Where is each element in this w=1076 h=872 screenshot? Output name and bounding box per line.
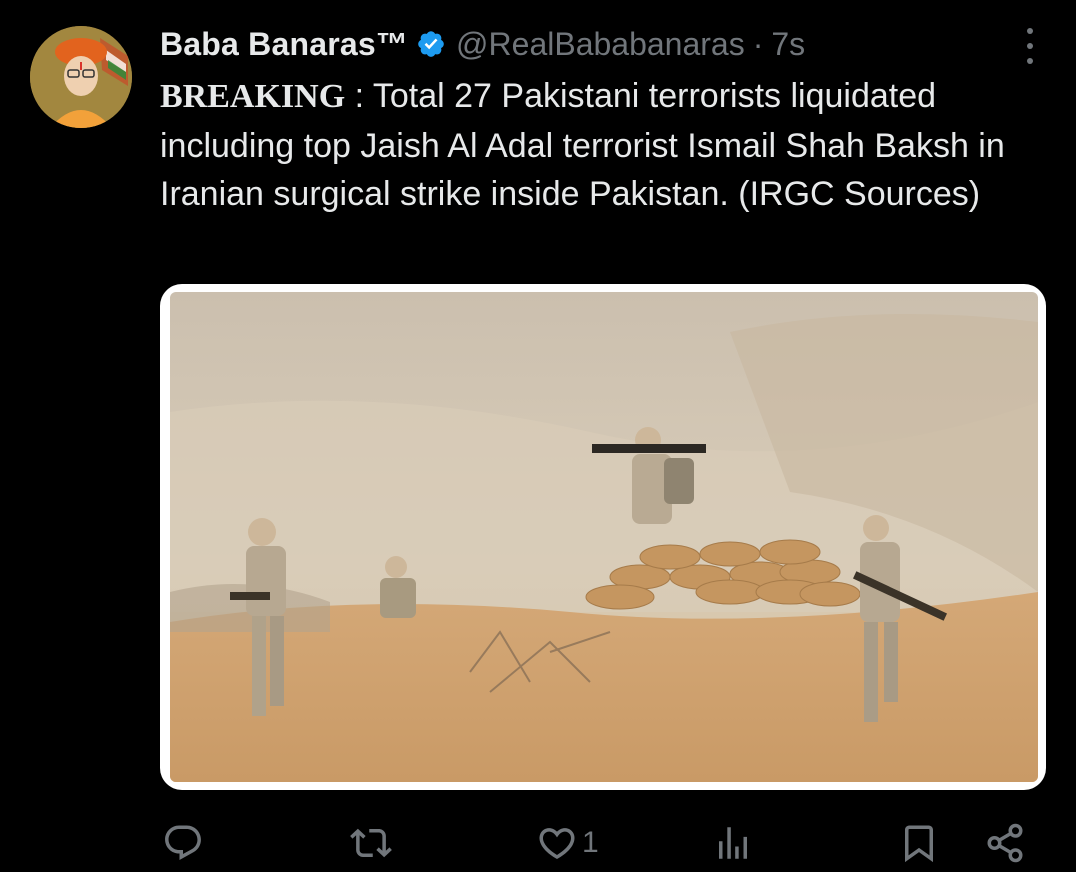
timestamp[interactable]: 7s (771, 26, 805, 63)
tweet[interactable]: Baba Banaras™ @RealBababanaras · 7s BREA… (0, 0, 1076, 872)
reply-icon (165, 825, 201, 860)
bookmark-button[interactable] (898, 822, 940, 864)
tweet-actions: 1 (0, 814, 1076, 872)
display-name[interactable]: Baba Banaras™ (160, 26, 408, 63)
views-icon (719, 827, 747, 859)
share-icon (987, 823, 1023, 863)
media-photo (170, 292, 1038, 782)
verified-badge-icon[interactable] (416, 29, 446, 59)
share-button[interactable] (984, 822, 1026, 864)
more-options-icon[interactable] (1016, 28, 1044, 64)
reply-button[interactable] (162, 822, 208, 864)
separator-dot: · (752, 25, 764, 62)
tweet-media[interactable] (160, 284, 1046, 790)
handle[interactable]: @RealBababanaras (456, 26, 745, 63)
heart-icon (539, 828, 575, 860)
bookmark-icon (905, 825, 933, 863)
tweet-header: Baba Banaras™ @RealBababanaras · 7s (160, 22, 805, 66)
like-count: 1 (582, 826, 599, 859)
avatar[interactable] (30, 26, 132, 128)
avatar-image (30, 26, 132, 128)
tweet-text: BREAKING : Total 27 Pakistani terrorists… (160, 72, 1050, 219)
retweet-icon (350, 828, 392, 858)
like-button[interactable]: 1 (536, 822, 599, 864)
breaking-label: BREAKING (160, 78, 346, 115)
retweet-button[interactable] (350, 822, 396, 864)
views-button[interactable] (712, 822, 758, 864)
